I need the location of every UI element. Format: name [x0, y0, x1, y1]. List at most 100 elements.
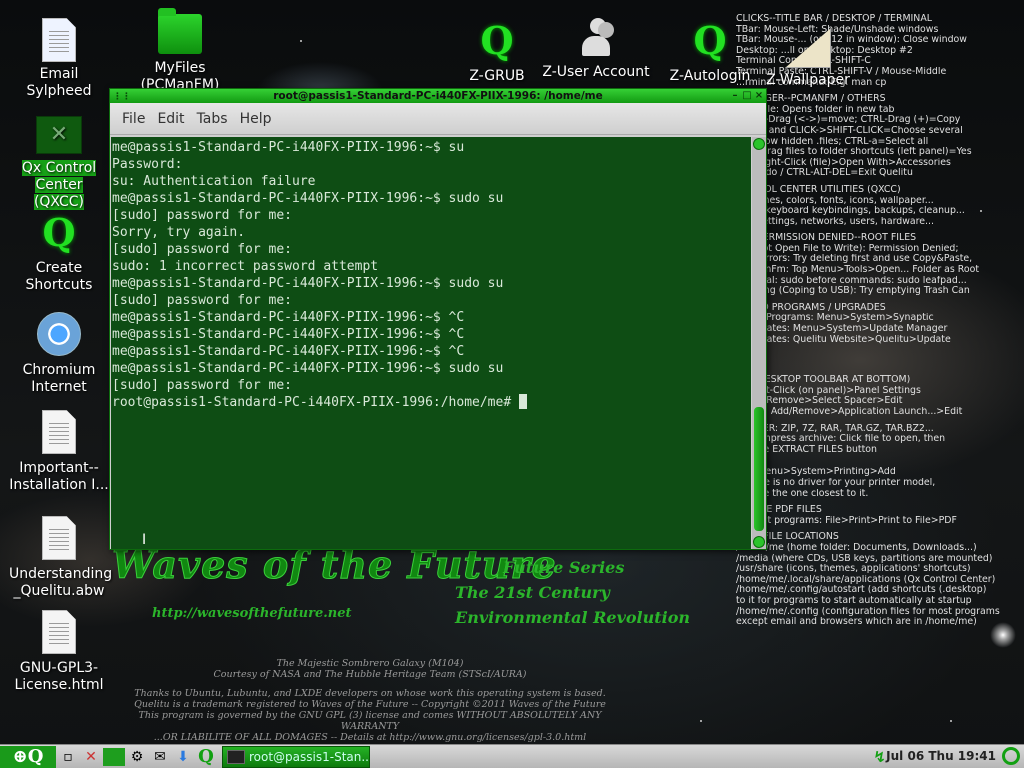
wallpaper-credits: The Majestic Sombrero Galaxy (M104) Cour… — [134, 658, 606, 743]
help-line: ...annot Open File to Write): Permission… — [736, 243, 959, 254]
help-line: ...Middle: Opens folder in new tab — [736, 104, 895, 115]
terminal-line: me@passis1-Standard-PC-i440FX-PIIX-1996:… — [112, 361, 504, 376]
document-icon — [42, 516, 76, 560]
help-line: ...Add/Remove>Select Spacer>Edit — [736, 396, 903, 407]
chromium-icon — [37, 312, 81, 356]
terminal-cursor — [519, 394, 527, 409]
help-line: ... ADD PROGRAMS / UPGRADES — [736, 302, 886, 313]
close-windows-icon[interactable]: ✕ — [80, 746, 102, 768]
desktop-icon-myfiles[interactable]: MyFiles (PCManFM) — [130, 8, 230, 94]
help-line: ...py Errors: Try deleting first and use… — [736, 254, 973, 265]
menu-file[interactable]: File — [122, 111, 145, 127]
desktop-icon-z-grub[interactable]: Q Z-GRUB — [447, 20, 547, 85]
desktop-icon-qx-control-center[interactable]: ✕ Qx Control Center (QXCC) — [9, 116, 109, 211]
wallpaper-tagline: Future Series The 21st Century Environme… — [455, 558, 691, 627]
terminal-line: me@passis1-Standard-PC-i440FX-PIIX-1996:… — [112, 276, 504, 291]
email-launcher-icon[interactable]: ✉ — [149, 746, 171, 768]
html-file-icon — [42, 610, 76, 654]
desktop-icon-z-wallpaper[interactable]: Z-Wallpaper — [758, 28, 858, 89]
desktop-icon-gnu-gpl[interactable]: GNU-GPL3-License.html — [9, 610, 109, 694]
desktop-icon-email-sylpheed[interactable]: Email Sylpheed — [9, 18, 109, 100]
terminal-line: Password: — [112, 157, 183, 172]
wallpaper-icon — [785, 28, 831, 68]
help-line: ...E (DESKTOP TOOLBAR AT BOTTOM) — [736, 375, 911, 386]
menu-edit[interactable]: Edit — [157, 111, 184, 127]
wallpaper-help-text: CLICKS--TITLE BAR / DESKTOP / TERMINAL TB… — [736, 14, 1020, 628]
scrollbar-thumb[interactable] — [754, 407, 764, 531]
help-line: If there is no driver for your printer m… — [736, 477, 936, 488]
help-line: /home/me (home folder: Documents, Downlo… — [736, 542, 977, 553]
help-line: ...n the EXTRACT FILES button — [736, 444, 877, 455]
start-menu-button[interactable]: ⊕Q — [0, 745, 56, 768]
document-icon — [42, 410, 76, 454]
help-line: ...RL-Drag files to folder shortcuts (le… — [736, 147, 972, 158]
terminal-window[interactable]: ⋮⋮ root@passis1-Standard-PC-i440FX-PIIX-… — [109, 88, 767, 550]
clock[interactable]: Jul 06 Thu 19:41 — [886, 749, 996, 763]
terminal-line: me@passis1-Standard-PC-i440FX-PIIX-1996:… — [112, 191, 504, 206]
desktop-icon-z-user-account[interactable]: Z-User Account — [536, 18, 656, 81]
network-icon[interactable]: ↯ — [873, 748, 886, 766]
q-logo-icon: Q — [42, 210, 76, 255]
close-icon[interactable]: × — [754, 89, 764, 103]
terminal-line: [sudo] password for me: — [112, 208, 293, 223]
settings-launcher-icon[interactable]: ⚙ — [126, 746, 148, 768]
help-line: ...=Show hidden .files; CTRL-a=Select al… — [736, 136, 929, 147]
taskbar: ⊕Q ▫ ✕ ⚙ ✉ ⬇ Q root@passis1-Stan... ↯ Ju… — [0, 744, 1024, 768]
help-line: ...NTROL CENTER UTILITIES (QXCC) — [736, 184, 901, 195]
taskbar-terminal-task[interactable]: root@passis1-Stan... — [222, 745, 370, 768]
scroll-down-icon[interactable] — [753, 536, 765, 548]
power-icon[interactable] — [1002, 747, 1020, 765]
help-line: /usr/share (icons, themes, applications'… — [736, 564, 971, 575]
terminal-line: [sudo] password for me: — [112, 242, 293, 257]
help-line: ...s: Right-Click (file)>Open With>Acces… — [736, 157, 951, 168]
desktop-icon-create-shortcuts[interactable]: Q Create Shortcuts — [9, 212, 109, 294]
help-line: MAIN FILE LOCATIONS — [736, 532, 839, 543]
help-line: except email and browsers which are in /… — [736, 617, 977, 628]
desktop-icon-understanding-quelitu[interactable]: Understanding _Quelitu.abw — [9, 516, 112, 600]
q-logo-icon: Q — [693, 18, 727, 63]
menu-help[interactable]: Help — [240, 111, 272, 127]
help-line: /home/me/.local/share/applications (Qx C… — [736, 574, 996, 585]
help-line: ... Updates: Quelitu Website>Quelitu>Upd… — [736, 334, 951, 345]
scroll-up-icon[interactable] — [753, 138, 765, 150]
help-line: /home/me/.config (configuration files fo… — [736, 606, 1000, 617]
help-line: CLICKS--TITLE BAR / DESKTOP / TERMINAL — [736, 14, 932, 24]
q-logo-icon: Q — [480, 18, 514, 63]
terminal-line: me@passis1-Standard-PC-i440FX-PIIX-1996:… — [112, 327, 465, 342]
help-line: ...CManFm: Top Menu>Tools>Open... Folder… — [736, 265, 980, 276]
minimize-icon[interactable]: – — [730, 89, 740, 103]
help-line: to it for programs to start automaticall… — [736, 595, 972, 606]
terminal-line: [sudo] password for me: — [112, 378, 293, 393]
window-title: root@passis1-Standard-PC-i440FX-PIIX-199… — [273, 90, 603, 102]
window-grip-icon: ⋮⋮ — [113, 92, 131, 102]
help-line: ...=Undo / CTRL-ALT-DEL=Exit Quelitu — [736, 168, 913, 179]
terminal-line: me@passis1-Standard-PC-i440FX-PIIX-1996:… — [112, 140, 465, 155]
files-launcher-icon[interactable] — [103, 747, 125, 766]
terminal-prompt: root@passis1-Standard-PC-i440FX-PIIX-199… — [112, 395, 519, 410]
terminal-menubar: File Edit Tabs Help — [110, 103, 766, 135]
help-line: /media (where CDs, USB keys, partitions … — [736, 553, 993, 564]
text-cursor-icon: I — [142, 532, 147, 548]
menu-tabs[interactable]: Tabs — [197, 111, 228, 127]
desktop-icon-chromium[interactable]: Chromium Internet — [9, 312, 109, 396]
help-line: ...re settings, networks, users, hardwar… — [736, 216, 934, 227]
terminal-prompt-line[interactable]: root@passis1-Standard-PC-i440FX-PIIX-199… — [112, 394, 751, 411]
terminal-line: [sudo] password for me: — [112, 293, 293, 308]
desktop-icon-z-autologin[interactable]: Q Z-Autologin — [660, 20, 760, 85]
desktop-icon-important-installation[interactable]: Important--Installation I... — [9, 410, 109, 494]
help-line: ...LICK and CLICK->SHIFT-CLICK=Choose se… — [736, 125, 963, 136]
shade-windows-icon[interactable]: ▫ — [57, 746, 79, 768]
terminal-line: me@passis1-Standard-PC-i440FX-PIIX-1996:… — [112, 310, 465, 325]
control-center-icon: ✕ — [36, 116, 82, 154]
email-icon — [42, 18, 76, 62]
download-launcher-icon[interactable]: ⬇ — [172, 746, 194, 768]
help-line: choose the one closest to it. — [736, 488, 869, 499]
terminal-scrollbar[interactable] — [752, 137, 766, 549]
quelitu-launcher-icon[interactable]: Q — [195, 746, 217, 768]
help-line: ...themes, colors, fonts, icons, wallpap… — [736, 195, 934, 206]
maximize-icon[interactable]: □ — [742, 89, 752, 103]
help-line: ...uts, keyboard keybindings, backups, c… — [736, 206, 965, 217]
terminal-title-bar[interactable]: ⋮⋮ root@passis1-Standard-PC-i440FX-PIIX-… — [110, 89, 766, 103]
folder-icon — [158, 8, 202, 54]
terminal-output[interactable]: me@passis1-Standard-PC-i440FX-PIIX-1996:… — [111, 137, 751, 549]
